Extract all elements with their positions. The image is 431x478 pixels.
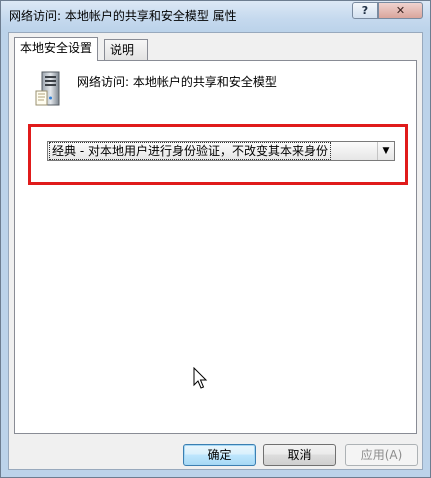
close-button[interactable]: ✕	[378, 2, 423, 19]
policy-title: 网络访问: 本地帐户的共享和安全模型	[77, 75, 277, 89]
tab-panel: 网络访问: 本地帐户的共享和安全模型 经典 - 对本地用户进行身份验证，不改变其…	[14, 60, 417, 434]
sharing-model-select[interactable]: 经典 - 对本地用户进行身份验证，不改变其本来身份 ▼	[47, 141, 395, 161]
ok-button[interactable]: 确定	[183, 444, 256, 466]
apply-button[interactable]: 应用(A)	[345, 444, 418, 466]
properties-dialog: 网络访问: 本地帐户的共享和安全模型 属性 ? ✕ 本地安全设置 说明 网络访问…	[0, 0, 431, 478]
select-selected-value: 经典 - 对本地用户进行身份验证，不改变其本来身份	[49, 142, 331, 160]
cancel-button[interactable]: 取消	[263, 444, 336, 466]
chevron-down-icon[interactable]: ▼	[377, 142, 394, 160]
help-button[interactable]: ?	[352, 2, 378, 19]
window-title: 网络访问: 本地帐户的共享和安全模型 属性	[9, 9, 237, 23]
dialog-client-area: 本地安全设置 说明 网络访问: 本地帐户的共享和安全模型 经典 - 对本地用户进…	[8, 32, 423, 470]
mouse-cursor-icon	[193, 367, 208, 389]
tab-explain[interactable]: 说明	[104, 39, 148, 60]
title-bar[interactable]: 网络访问: 本地帐户的共享和安全模型 属性 ? ✕	[1, 1, 430, 31]
server-computer-icon	[35, 71, 60, 106]
tab-local-security-setting[interactable]: 本地安全设置	[14, 37, 99, 61]
